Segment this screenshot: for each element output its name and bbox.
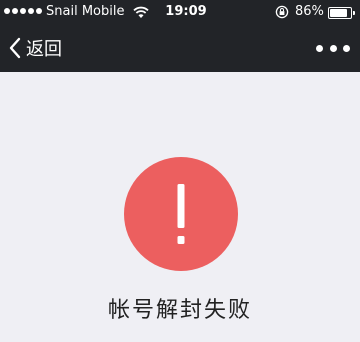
more-button[interactable] bbox=[316, 36, 350, 60]
battery-percent: 86% bbox=[295, 4, 324, 19]
error-message: 帐号解封失败 bbox=[107, 298, 252, 323]
navigation-bar: 返回 bbox=[0, 24, 360, 72]
back-button[interactable]: 返回 bbox=[8, 34, 62, 62]
top-bar: Snail Mobile 19:09 86% 返回 bbox=[0, 0, 360, 72]
status-time: 19:09 bbox=[165, 4, 207, 19]
exclamation-icon bbox=[177, 184, 185, 244]
battery-icon bbox=[328, 7, 355, 19]
carrier-name: Snail Mobile bbox=[46, 4, 125, 19]
more-dots-icon bbox=[316, 44, 323, 52]
orientation-lock-icon bbox=[275, 5, 289, 19]
alert-circle bbox=[124, 157, 238, 271]
chevron-left-icon bbox=[9, 37, 21, 59]
status-bar: Snail Mobile 19:09 86% bbox=[0, 0, 360, 24]
signal-dots-icon bbox=[4, 8, 42, 16]
back-label: 返回 bbox=[26, 39, 62, 60]
wifi-icon bbox=[133, 6, 149, 18]
